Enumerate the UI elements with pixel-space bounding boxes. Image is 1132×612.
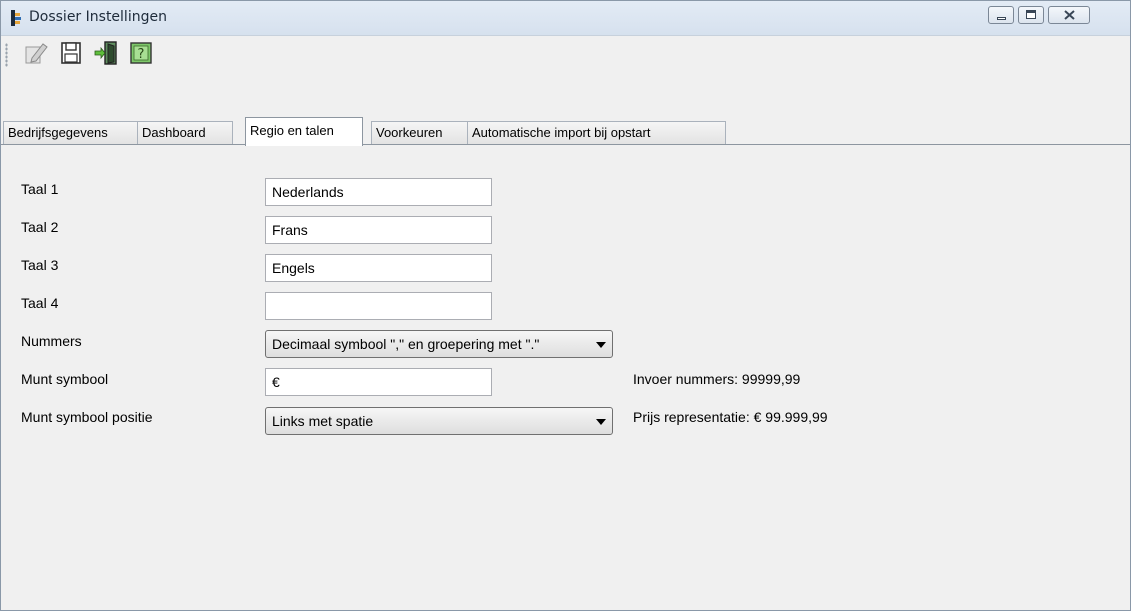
edit-icon [25, 43, 48, 64]
chevron-down-icon [596, 419, 606, 425]
close-button[interactable] [1048, 6, 1090, 24]
restore-icon [1026, 10, 1036, 19]
chevron-down-icon [596, 342, 606, 348]
taal2-label: Taal 2 [21, 219, 59, 235]
help-icon: ? [130, 42, 152, 64]
tab-voorkeuren[interactable]: Voorkeuren [371, 121, 468, 144]
munt-symbool-input[interactable] [265, 368, 492, 396]
svg-text:?: ? [138, 47, 145, 62]
minimize-button[interactable] [988, 6, 1014, 24]
save-icon [61, 42, 81, 64]
munt-positie-selected-value: Links met spatie [272, 413, 374, 429]
tab-dashboard[interactable]: Dashboard [137, 121, 233, 144]
app-logo-icon [11, 10, 21, 26]
dossier-window: Dossier Instellingen ? Bedrijfsgegevens … [0, 0, 1131, 611]
close-icon [1064, 10, 1075, 20]
toolbar-grip[interactable] [5, 43, 8, 67]
munt-symbool-label: Munt symbool [21, 371, 109, 387]
tab-panel-regio-en-talen: Taal 1 Taal 2 Taal 3 Taal 4 Nummers Deci… [21, 145, 1130, 610]
taal3-input[interactable] [265, 254, 492, 282]
taal1-input[interactable] [265, 178, 492, 206]
taal4-input[interactable] [265, 292, 492, 320]
invoer-nummers-preview: Invoer nummers: 99999,99 [633, 371, 801, 387]
taal4-label: Taal 4 [21, 295, 59, 311]
save-button[interactable] [58, 40, 84, 66]
prijs-representatie-preview: Prijs representatie: € 99.999,99 [633, 409, 828, 425]
toolbar: ? [1, 36, 1130, 72]
nummers-select[interactable]: Decimaal symbool "," en groepering met "… [265, 330, 613, 358]
nummers-selected-value: Decimaal symbool "," en groepering met "… [272, 336, 540, 352]
tab-automatische-import[interactable]: Automatische import bij opstart [467, 121, 726, 144]
help-button[interactable]: ? [128, 40, 154, 66]
tab-label: Regio en talen [250, 123, 334, 138]
munt-positie-label: Munt symbool positie [21, 409, 153, 425]
minimize-icon [997, 17, 1006, 20]
exit-button[interactable] [93, 40, 119, 66]
nummers-label: Nummers [21, 333, 82, 349]
tab-strip: Bedrijfsgegevens Dashboard Regio en tale… [1, 117, 1130, 146]
taal1-label: Taal 1 [21, 181, 59, 197]
tab-label: Bedrijfsgegevens [8, 125, 108, 140]
munt-positie-select[interactable]: Links met spatie [265, 407, 613, 435]
taal2-input[interactable] [265, 216, 492, 244]
title-bar[interactable]: Dossier Instellingen [1, 1, 1130, 36]
restore-button[interactable] [1018, 6, 1044, 24]
tab-label: Voorkeuren [376, 125, 443, 140]
tab-label: Automatische import bij opstart [472, 125, 651, 140]
window-title: Dossier Instellingen [29, 9, 167, 25]
exit-icon [94, 41, 117, 65]
taal3-label: Taal 3 [21, 257, 59, 273]
tab-label: Dashboard [142, 125, 206, 140]
edit-button[interactable] [23, 40, 49, 66]
tab-bedrijfsgegevens[interactable]: Bedrijfsgegevens [3, 121, 138, 144]
tab-regio-en-talen[interactable]: Regio en talen [245, 117, 363, 146]
